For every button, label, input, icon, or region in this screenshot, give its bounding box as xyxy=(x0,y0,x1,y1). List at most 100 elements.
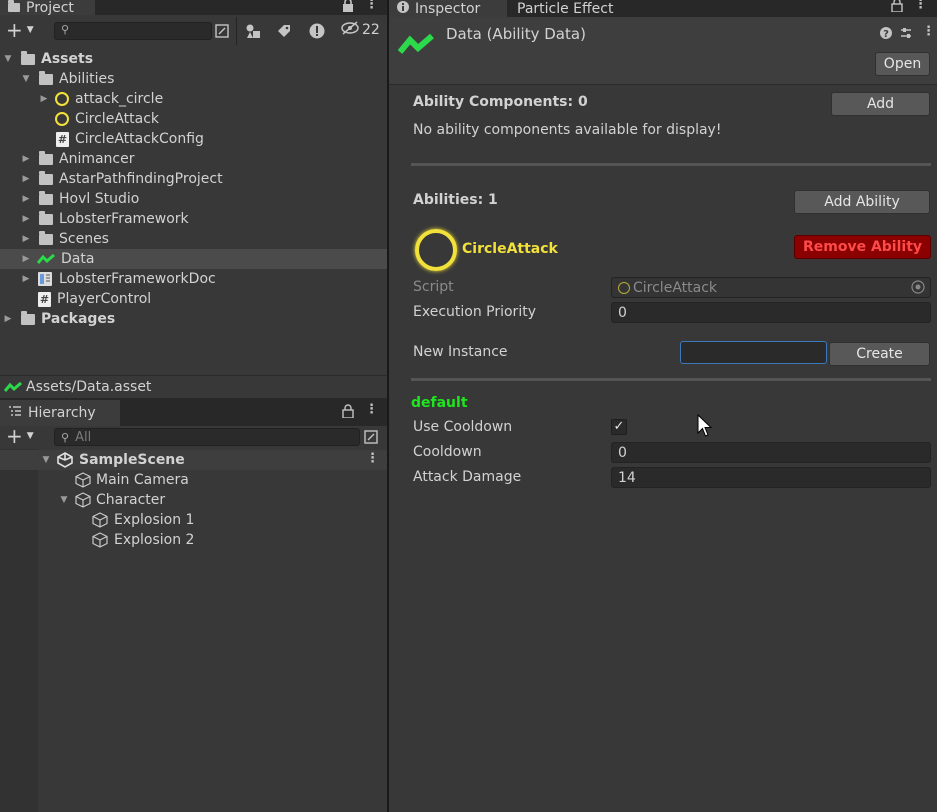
tree-row-animancer[interactable]: ▶ Animancer xyxy=(0,149,387,169)
plus-icon: + xyxy=(6,18,23,42)
create-button[interactable]: Create xyxy=(829,342,930,366)
tree-label: CircleAttackConfig xyxy=(75,131,204,147)
tab-hierarchy[interactable]: Hierarchy xyxy=(0,400,120,426)
tab-particle-effect[interactable]: Particle Effect xyxy=(509,0,649,17)
asset-path-bar: Assets/Data.asset xyxy=(0,375,387,397)
collapsed-arrow-icon[interactable]: ▶ xyxy=(21,194,31,204)
hierarchy-scene-row[interactable]: ▼ SampleScene ⋮ xyxy=(0,450,387,470)
collapsed-arrow-icon[interactable]: ▶ xyxy=(21,254,31,264)
create-dropdown[interactable]: + ▼ xyxy=(6,426,34,446)
tree-row-assets[interactable]: ▼ Assets xyxy=(0,49,387,69)
hierarchy-label: Explosion 2 xyxy=(114,532,195,548)
circle-ability-icon xyxy=(55,112,75,126)
tab-project[interactable]: Project xyxy=(0,0,95,16)
tree-row-lobsterframeworkdoc[interactable]: ▶ LobsterFrameworkDoc xyxy=(0,269,387,289)
info-icon xyxy=(397,0,409,17)
preset-icon[interactable] xyxy=(899,26,913,44)
tree-row-circleattackconfig[interactable]: # CircleAttackConfig xyxy=(0,129,387,149)
search-by-type-icon[interactable] xyxy=(211,21,233,41)
hierarchy-item-explosion-2[interactable]: Explosion 2 xyxy=(0,530,387,550)
tree-label: attack_circle xyxy=(75,91,164,107)
tree-row-lobsterframework[interactable]: ▶ LobsterFramework xyxy=(0,209,387,229)
expand-arrow-icon[interactable]: ▼ xyxy=(21,74,31,84)
tree-row-playercontrol[interactable]: # PlayerControl xyxy=(0,289,387,309)
expand-arrow-icon[interactable]: ▼ xyxy=(59,495,69,505)
lock-icon[interactable] xyxy=(342,404,354,422)
mouse-cursor-icon xyxy=(697,413,713,442)
tree-label: PlayerControl xyxy=(57,291,152,307)
tree-row-hovl[interactable]: ▶ Hovl Studio xyxy=(0,189,387,209)
scene-label: SampleScene xyxy=(79,452,185,468)
expand-arrow-icon[interactable]: ▼ xyxy=(3,54,13,64)
chevron-down-icon: ▼ xyxy=(26,431,34,441)
use-cooldown-checkbox[interactable]: ✓ xyxy=(611,419,627,435)
open-button[interactable]: Open xyxy=(875,52,930,76)
tree-label: AstarPathfindingProject xyxy=(59,171,223,187)
lock-icon[interactable] xyxy=(342,0,354,16)
more-options-icon[interactable]: ⋮ xyxy=(914,0,927,12)
new-instance-input[interactable] xyxy=(680,341,827,364)
remove-ability-button[interactable]: Remove Ability xyxy=(794,235,931,259)
add-ability-button[interactable]: Add Ability xyxy=(794,190,930,214)
tab-inspector[interactable]: Inspector xyxy=(389,0,507,17)
tree-row-circleattack[interactable]: CircleAttack xyxy=(0,109,387,129)
collapsed-arrow-icon[interactable]: ▶ xyxy=(21,234,31,244)
create-dropdown[interactable]: + ▼ xyxy=(6,18,34,42)
object-picker-icon[interactable] xyxy=(911,280,925,298)
lock-icon[interactable] xyxy=(891,0,903,16)
section-divider xyxy=(411,378,931,381)
script-label: Script xyxy=(413,279,454,295)
add-component-button[interactable]: Add xyxy=(831,92,930,116)
inspector-panel: Inspector Particle Effect ⋮ Data (Abilit… xyxy=(389,0,937,812)
more-options-icon[interactable]: ⋮ xyxy=(365,402,378,417)
attack-damage-label: Attack Damage xyxy=(413,469,522,485)
tab-inspector-label: Inspector xyxy=(415,0,481,17)
help-icon[interactable]: ? xyxy=(880,27,892,43)
left-panel: Project ⋮ + ▼ ⚲ 22 ▼ Assets ▼ Abilities … xyxy=(0,0,387,812)
warning-filter-icon[interactable] xyxy=(306,21,328,41)
expand-arrow-icon[interactable]: ▼ xyxy=(41,455,51,465)
component-options-icon[interactable]: ⋮ xyxy=(922,24,935,39)
attack-damage-field[interactable]: 14 xyxy=(611,467,931,488)
tree-row-abilities[interactable]: ▼ Abilities xyxy=(0,69,387,89)
collapsed-arrow-icon[interactable]: ▶ xyxy=(3,314,13,324)
cube-icon xyxy=(92,512,108,528)
tree-row-data[interactable]: ▶ Data xyxy=(0,249,387,269)
search-by-type-icon[interactable] xyxy=(360,427,382,447)
asset-title: Data (Ability Data) xyxy=(446,25,586,43)
execution-priority-field[interactable]: 0 xyxy=(611,302,931,323)
cooldown-field[interactable]: 0 xyxy=(611,442,931,463)
filter-type-icon[interactable] xyxy=(242,21,264,41)
tree-row-astar[interactable]: ▶ AstarPathfindingProject xyxy=(0,169,387,189)
collapsed-arrow-icon[interactable]: ▶ xyxy=(21,154,31,164)
hidden-packages-toggle[interactable]: 22 xyxy=(340,21,380,39)
more-options-icon[interactable]: ⋮ xyxy=(365,0,378,12)
script-icon: # xyxy=(38,291,51,307)
hierarchy-item-character[interactable]: ▼ Character xyxy=(0,490,387,510)
tree-label: Hovl Studio xyxy=(59,191,140,207)
hierarchy-toolbar: + ▼ ⚲ All xyxy=(0,426,387,448)
tree-row-packages[interactable]: ▶ Packages xyxy=(0,309,387,329)
collapsed-arrow-icon[interactable]: ▶ xyxy=(21,274,31,284)
collapsed-arrow-icon[interactable]: ▶ xyxy=(39,94,49,104)
data-asset-icon xyxy=(4,381,22,393)
cube-icon xyxy=(75,492,91,508)
tree-label: CircleAttack xyxy=(75,111,160,127)
hierarchy-item-explosion-1[interactable]: Explosion 1 xyxy=(0,510,387,530)
tree-row-attack-circle[interactable]: ▶ attack_circle xyxy=(0,89,387,109)
hierarchy-item-main-camera[interactable]: Main Camera xyxy=(0,470,387,490)
filter-label-icon[interactable] xyxy=(273,21,295,41)
tree-row-scenes[interactable]: ▶ Scenes xyxy=(0,229,387,249)
script-icon: # xyxy=(56,131,69,147)
hierarchy-list-icon xyxy=(8,405,22,421)
project-search-input[interactable]: ⚲ xyxy=(54,22,212,40)
collapsed-arrow-icon[interactable]: ▶ xyxy=(21,174,31,184)
folder-icon xyxy=(39,230,59,245)
folder-open-icon xyxy=(39,70,59,85)
collapsed-arrow-icon[interactable]: ▶ xyxy=(21,214,31,224)
tab-hierarchy-label: Hierarchy xyxy=(28,405,96,421)
script-value: CircleAttack xyxy=(633,279,718,296)
scene-options-icon[interactable]: ⋮ xyxy=(366,451,379,466)
unity-scene-icon xyxy=(57,452,73,468)
hierarchy-search-input[interactable]: ⚲ All xyxy=(54,428,360,446)
